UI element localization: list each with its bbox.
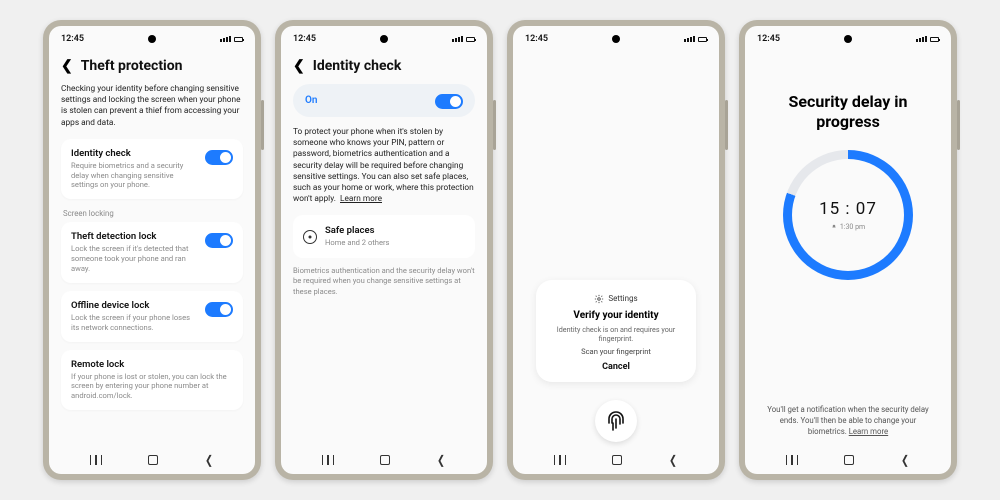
phone-frame-3: 12:45 Settings Verify your identity Iden… (507, 20, 725, 480)
offline-lock-toggle[interactable] (205, 302, 233, 317)
nav-home-icon[interactable] (148, 455, 158, 465)
nav-bar: ❮ (49, 446, 255, 474)
nav-recent-icon[interactable] (554, 455, 566, 465)
identity-desc: To protect your phone when it's stolen b… (293, 127, 475, 205)
phone-frame-1: 12:45 ❮ Theft protection Checking your i… (43, 20, 261, 480)
location-pin-icon (303, 230, 317, 244)
end-time: 1:30 pm (840, 223, 865, 231)
phone-frame-2: 12:45 ❮ Identity check On To protect you… (275, 20, 493, 480)
camera-cutout (148, 35, 156, 43)
fingerprint-icon (604, 409, 628, 433)
identity-check-title: Identity check (71, 148, 199, 159)
page-title: Theft protection (81, 58, 183, 74)
nav-home-icon[interactable] (844, 455, 854, 465)
offline-lock-row[interactable]: Offline device lock Lock the screen if y… (61, 291, 243, 342)
identity-check-toggle[interactable] (205, 150, 233, 165)
clock: 12:45 (61, 34, 84, 44)
countdown-ring: 15 : 07 1:30 pm (783, 150, 913, 280)
clock: 12:45 (293, 34, 316, 44)
identity-check-sub: Require biometrics and a security delay … (71, 161, 199, 191)
master-toggle-row[interactable]: On (293, 84, 475, 117)
battery-icon (698, 37, 707, 42)
learn-more-link[interactable]: Learn more (340, 194, 382, 204)
theft-detection-toggle[interactable] (205, 233, 233, 248)
phone-frame-4: 12:45 Security delay in progress 15 : 07… (739, 20, 957, 480)
nav-back-icon[interactable]: ❮ (669, 453, 677, 467)
signal-icon (220, 36, 231, 42)
section-label: Screen locking (61, 207, 243, 222)
camera-cutout (612, 35, 620, 43)
nav-home-icon[interactable] (612, 455, 622, 465)
on-label: On (305, 95, 317, 106)
status-icons (220, 36, 243, 42)
status-icons (916, 36, 939, 42)
bell-icon (831, 224, 837, 230)
battery-icon (234, 37, 243, 42)
delay-note: You'll get a notification when the secur… (761, 405, 935, 438)
nav-bar: ❮ (745, 446, 951, 474)
learn-more-link[interactable]: Learn more (849, 427, 888, 436)
nav-home-icon[interactable] (380, 455, 390, 465)
page-title: Identity check (313, 58, 402, 74)
back-icon[interactable]: ❮ (61, 58, 73, 74)
clock: 12:45 (525, 34, 548, 44)
nav-back-icon[interactable]: ❮ (901, 453, 909, 467)
nav-back-icon[interactable]: ❮ (437, 453, 445, 467)
gear-icon (594, 294, 604, 304)
nav-recent-icon[interactable] (322, 455, 334, 465)
nav-recent-icon[interactable] (786, 455, 798, 465)
battery-icon (930, 37, 939, 42)
clock: 12:45 (757, 34, 780, 44)
verify-dialog: Settings Verify your identity Identity c… (536, 280, 696, 382)
signal-icon (452, 36, 463, 42)
status-icons (684, 36, 707, 42)
verify-title: Verify your identity (550, 310, 682, 321)
scan-prompt: Scan your fingerprint (550, 347, 682, 356)
fingerprint-sensor[interactable] (595, 400, 637, 442)
back-icon[interactable]: ❮ (293, 58, 305, 74)
remote-lock-row[interactable]: Remote lock If your phone is lost or sto… (61, 350, 243, 411)
status-icons (452, 36, 475, 42)
cancel-button[interactable]: Cancel (550, 362, 682, 372)
safe-places-row[interactable]: Safe places Home and 2 others (293, 215, 475, 258)
identity-check-row[interactable]: Identity check Require biometrics and a … (61, 139, 243, 200)
theft-detection-row[interactable]: Theft detection lock Lock the screen if … (61, 222, 243, 283)
countdown-value: 15 : 07 (819, 199, 877, 219)
nav-back-icon[interactable]: ❮ (205, 453, 213, 467)
camera-cutout (844, 35, 852, 43)
nav-recent-icon[interactable] (90, 455, 102, 465)
safe-places-note: Biometrics authentication and the securi… (293, 266, 475, 297)
signal-icon (684, 36, 695, 42)
master-toggle[interactable] (435, 94, 463, 109)
nav-bar: ❮ (281, 446, 487, 474)
delay-title: Security delay in progress (761, 92, 935, 132)
settings-app-label: Settings (608, 294, 637, 303)
signal-icon (916, 36, 927, 42)
page-description: Checking your identity before changing s… (61, 84, 243, 129)
camera-cutout (380, 35, 388, 43)
verify-desc: Identity check is on and requires your f… (550, 325, 682, 344)
nav-bar: ❮ (513, 446, 719, 474)
battery-icon (466, 37, 475, 42)
